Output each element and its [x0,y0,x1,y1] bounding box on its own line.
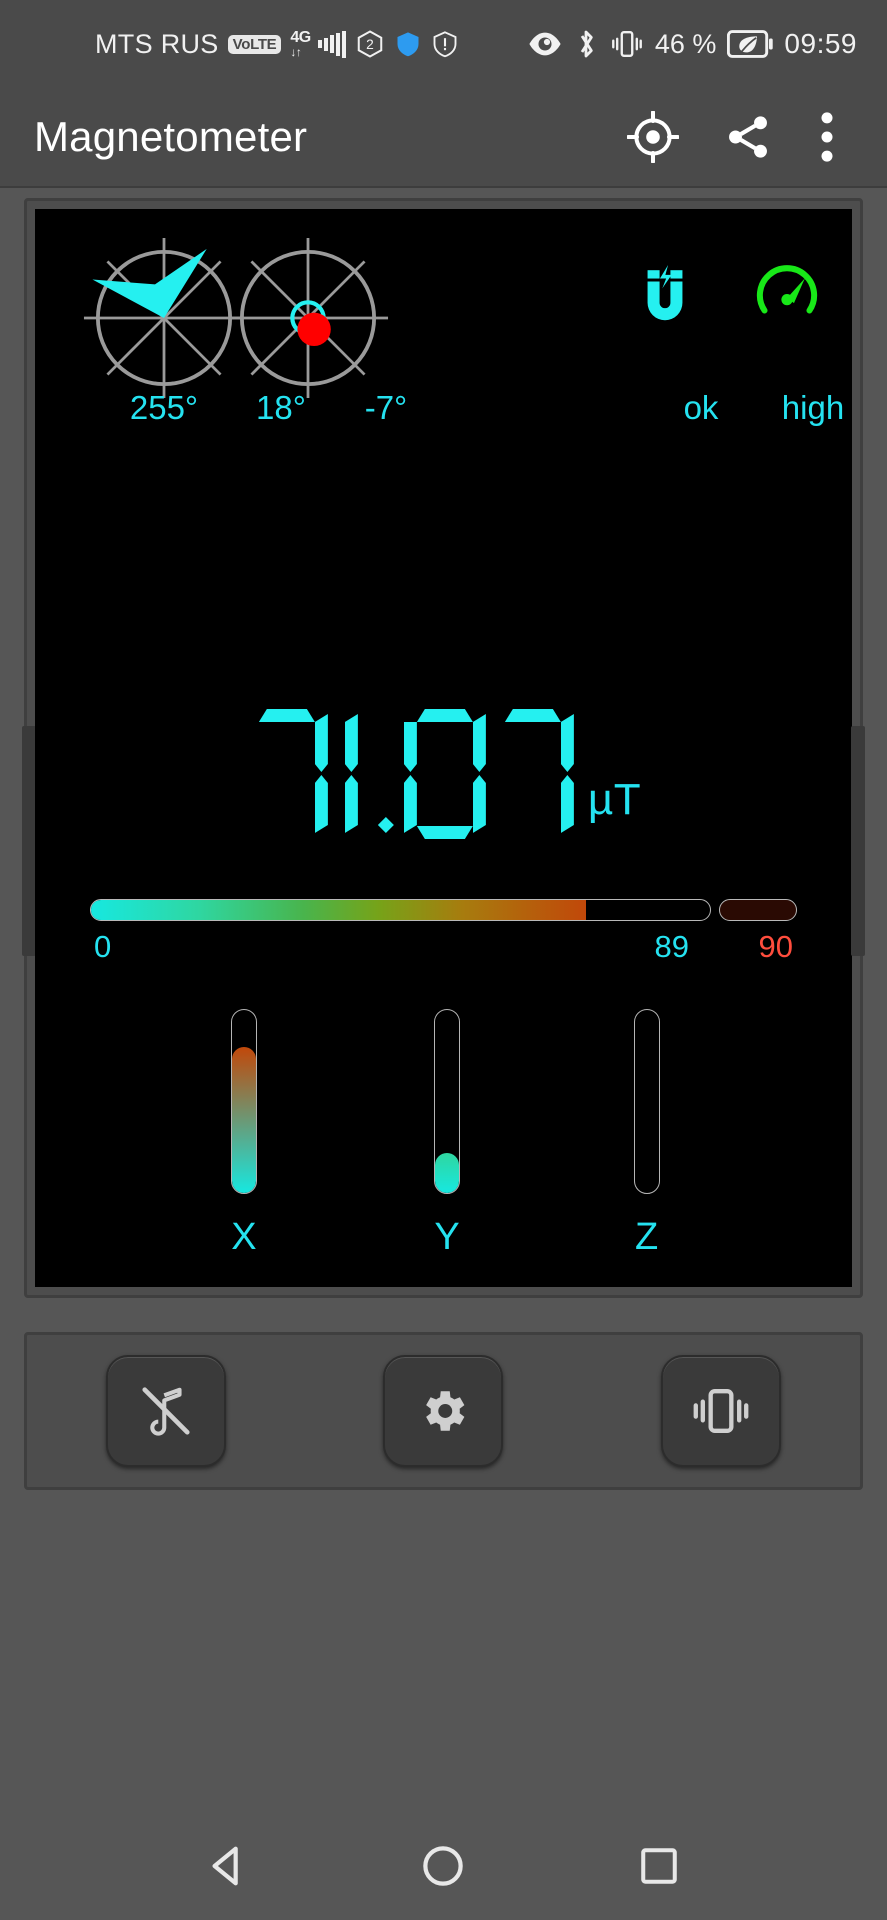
share-icon[interactable] [723,112,773,162]
unit-label: µT [587,775,642,824]
shield-icon [394,29,422,59]
tilt-gauge[interactable] [221,231,395,405]
display-stage: 255° 18° -7° ok high µT 0 89 90 X Y Z [0,188,887,1318]
axis-tube [434,1009,461,1194]
app-bar: Magnetometer [0,88,887,186]
sound-off-button[interactable] [105,1355,226,1467]
lcd-digit-7 [246,709,328,839]
vibrate-icon [610,29,644,59]
carrier-label: MTS RUS [95,28,219,59]
tilt-pitch-label: 18° [256,389,306,426]
top-indicator-row [35,209,852,409]
magnetic-field-readout: µT [35,709,852,839]
home-circle-icon [420,1843,466,1894]
lcd-digit-1 [334,709,368,839]
settings-button[interactable] [383,1355,504,1467]
control-button-bar [24,1332,863,1490]
system-nav-bar [0,1816,887,1920]
network-type-text: 4G [290,29,311,46]
axis-value-label: -1.38 [610,1281,683,1287]
clock-label: 09:59 [784,28,857,59]
vibrate-alert-icon [690,1384,752,1438]
battery-saver-leaf-icon [727,30,774,58]
lcd-decimal-point [374,709,398,839]
lcd-digit-0 [403,709,486,839]
scale-bars [90,899,797,921]
accuracy-status[interactable] [750,264,824,331]
axis-bars: X 68.12 Y -20.19 Z -1.38 [35,1009,852,1287]
network-arrows: ↓↑ [290,45,302,59]
more-vertical-icon[interactable] [817,111,837,163]
axis-name-label: Y [434,1216,460,1258]
scale-fill [91,900,587,920]
lcd-digits [246,709,574,839]
app-bar-actions [627,111,837,163]
scale-min-label: 0 [94,929,112,964]
nav-recents-button[interactable] [619,1828,699,1908]
scale-track [90,899,711,921]
gauge-label-row: 255° 18° -7° ok high [35,389,852,439]
system-status-bar: MTS RUS VoLTE 4G ↓↑ 2 46 % 09:59 [0,0,887,88]
sim-indicator-icon: 2 [355,29,385,59]
axis-y: Y -20.19 [402,1009,493,1287]
axis-z: Z -1.38 [610,1009,683,1287]
field-scale: 0 89 90 [35,899,852,975]
status-bar-right: 46 % 09:59 [528,28,857,60]
vibrate-button[interactable] [661,1355,782,1467]
magnet-status[interactable] [628,264,702,331]
settings-gear-icon [416,1384,470,1438]
sensor-status-icons [628,264,824,331]
bluetooth-icon [573,28,599,60]
axis-name-label: X [231,1216,257,1258]
axis-tube [230,1009,257,1194]
magnet-icon [634,264,696,326]
magnet-status-label: ok [683,389,719,426]
volte-badge: VoLTE [227,34,282,54]
eye-icon [528,30,562,58]
axis-value-label: -20.19 [402,1281,493,1287]
status-bar-left: MTS RUS VoLTE 4G ↓↑ 2 [95,29,459,60]
sound-off-icon [137,1382,195,1440]
network-type-label: 4G ↓↑ [290,29,311,59]
scale-overrange [719,899,797,921]
back-triangle-icon [205,1843,251,1894]
speedometer-icon [756,264,818,326]
scale-over-label: 90 [758,929,793,964]
recents-square-icon [637,1844,681,1893]
signal-bars-icon [317,30,346,58]
svg-text:2: 2 [366,37,374,52]
battery-percent-label: 46 % [654,28,717,59]
accuracy-status-label: high [781,389,845,426]
axis-tube [633,1009,660,1194]
scale-max-label: 89 [654,929,689,964]
scale-labels: 0 89 90 [90,929,797,975]
sensor-screen: 255° 18° -7° ok high µT 0 89 90 X Y Z [35,209,852,1287]
axis-value-label: 68.12 [204,1281,284,1287]
tilt-roll-label: -7° [364,389,408,426]
nav-back-button[interactable] [188,1828,268,1908]
axis-x: X 68.12 [204,1009,284,1287]
nav-home-button[interactable] [403,1828,483,1908]
device-bezel: 255° 18° -7° ok high µT 0 89 90 X Y Z [22,198,865,1298]
crosshair-target-icon[interactable] [627,111,679,163]
axis-name-label: Z [635,1216,659,1258]
lcd-digit-7b [492,709,574,839]
warning-icon [431,29,459,59]
axis-fill [435,1152,460,1193]
axis-fill [231,1046,256,1193]
page-title: Magnetometer [34,113,308,160]
